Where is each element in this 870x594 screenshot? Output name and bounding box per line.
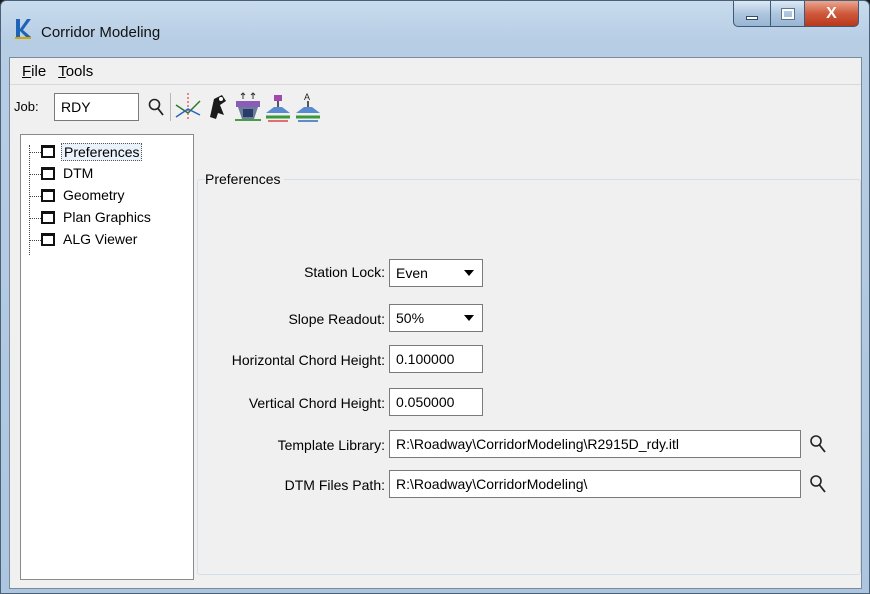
menu-file-label: ile bbox=[31, 62, 47, 80]
tree-item-geometry[interactable]: Geometry bbox=[21, 185, 191, 207]
minimize-icon bbox=[746, 15, 758, 20]
chevron-down-icon bbox=[464, 270, 474, 276]
menu-bar: File Tools bbox=[10, 58, 861, 84]
tree-branch bbox=[29, 218, 41, 219]
maximize-icon bbox=[780, 7, 795, 20]
job-input[interactable] bbox=[54, 93, 139, 121]
tree-item-label: ALG Viewer bbox=[63, 231, 138, 247]
tree-branch bbox=[29, 152, 41, 153]
tree-item-plan-graphics[interactable]: Plan Graphics bbox=[21, 207, 191, 229]
horizontal-chord-input[interactable] bbox=[389, 345, 483, 373]
template-icon[interactable]: A bbox=[294, 91, 322, 123]
tree-branch bbox=[29, 196, 41, 197]
alignment-tool-icon[interactable] bbox=[174, 91, 202, 123]
title-bar[interactable]: Corridor Modeling X bbox=[1, 1, 869, 57]
slope-readout-select[interactable]: 50% bbox=[389, 304, 483, 332]
menu-tools[interactable]: Tools bbox=[52, 61, 99, 82]
roadway-lanes-icon[interactable] bbox=[234, 91, 262, 123]
slope-readout-label: Slope Readout: bbox=[288, 311, 385, 327]
minimize-button[interactable] bbox=[733, 1, 771, 27]
template-library-label: Template Library: bbox=[277, 437, 385, 453]
app-icon bbox=[15, 19, 31, 39]
tree-item-label: Preferences bbox=[61, 143, 143, 161]
horizontal-chord-label: Horizontal Chord Height: bbox=[231, 352, 385, 368]
window-icon bbox=[41, 233, 55, 246]
menu-tools-label: ools bbox=[65, 62, 94, 80]
template-library-browse-icon[interactable] bbox=[809, 434, 827, 454]
close-icon: X bbox=[826, 4, 837, 22]
dtm-files-path-label: DTM Files Path: bbox=[284, 477, 385, 493]
tree-branch bbox=[29, 174, 41, 175]
vertical-chord-label: Vertical Chord Height: bbox=[248, 395, 385, 411]
window-title: Corridor Modeling bbox=[41, 24, 161, 41]
station-lock-label: Station Lock: bbox=[304, 264, 385, 280]
window-icon bbox=[41, 145, 55, 158]
menu-tools-mnemonic: T bbox=[58, 62, 66, 80]
group-title: Preferences bbox=[205, 171, 285, 187]
tree-branch bbox=[29, 240, 41, 241]
toolbar: Job: RDY A bbox=[10, 84, 861, 126]
tree-item-label: Plan Graphics bbox=[63, 209, 151, 225]
station-lock-value: Even bbox=[396, 265, 428, 281]
tree-item-label: DTM bbox=[63, 165, 94, 181]
corridor-modeling-window: Corridor Modeling X File Tools Job: RDY … bbox=[0, 0, 870, 594]
job-search-icon[interactable] bbox=[148, 98, 164, 116]
cross-section-icon[interactable] bbox=[264, 91, 292, 123]
dtm-files-path-input[interactable] bbox=[389, 470, 801, 498]
vertical-chord-input[interactable] bbox=[389, 388, 483, 416]
toolbar-separator bbox=[170, 93, 171, 121]
job-label: Job: bbox=[14, 99, 39, 114]
window-icon bbox=[41, 167, 55, 180]
maximize-button[interactable] bbox=[771, 1, 805, 27]
chevron-down-icon bbox=[464, 315, 474, 321]
close-button[interactable]: X bbox=[805, 1, 859, 27]
window-controls: X bbox=[733, 1, 859, 27]
window-icon bbox=[41, 211, 55, 224]
menu-file-mnemonic: F bbox=[22, 62, 32, 80]
station-lock-select[interactable]: Even bbox=[389, 259, 483, 287]
preferences-group bbox=[197, 179, 861, 575]
menu-file[interactable]: File bbox=[16, 61, 52, 82]
template-library-input[interactable] bbox=[389, 430, 801, 458]
tree-item-preferences[interactable]: Preferences bbox=[21, 141, 191, 163]
svg-text:A: A bbox=[304, 92, 310, 102]
slope-readout-value: 50% bbox=[396, 310, 425, 326]
tree-item-dtm[interactable]: DTM bbox=[21, 163, 191, 185]
tree-item-alg-viewer[interactable]: ALG Viewer bbox=[21, 229, 191, 251]
driver-tool-icon[interactable] bbox=[204, 91, 232, 123]
window-icon bbox=[41, 189, 55, 202]
dtm-files-path-browse-icon[interactable] bbox=[809, 474, 827, 494]
tree-item-label: Geometry bbox=[63, 187, 125, 203]
